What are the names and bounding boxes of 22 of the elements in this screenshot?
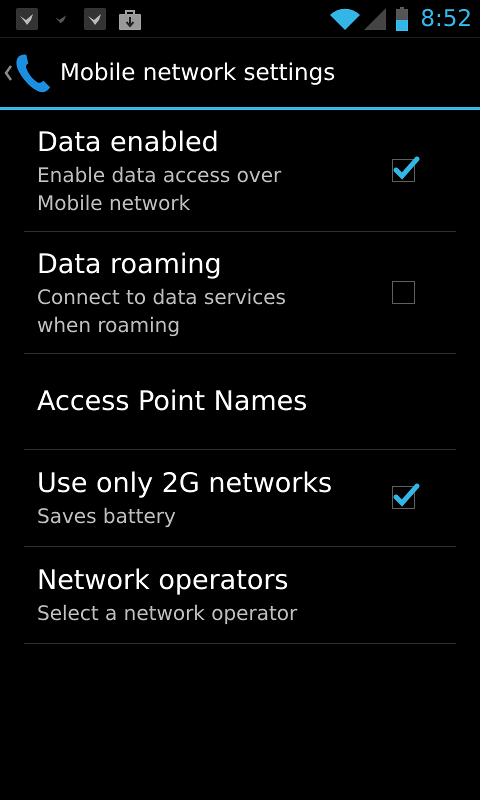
setting-title: Access Point Names	[37, 384, 308, 418]
signal-icon	[364, 8, 386, 30]
back-caret-icon	[4, 64, 12, 80]
setting-title: Network operators	[37, 564, 290, 598]
clock-time: 8:52	[420, 6, 472, 32]
setting-summary: Select a network operator	[37, 600, 298, 627]
setting-item[interactable]: Data enabled Enable data access over Mobile network	[24, 110, 456, 232]
setting-summary: Enable data access over Mobile network	[37, 162, 282, 216]
download-bag-icon	[119, 8, 141, 30]
wifi-icon	[330, 6, 360, 30]
setting-item[interactable]: Access Point Names	[24, 354, 456, 450]
setting-title: Data roaming	[37, 248, 223, 282]
battery-icon	[396, 6, 408, 30]
setting-item[interactable]: Use only 2G networks Saves battery	[24, 450, 456, 547]
setting-item[interactable]: Data roaming Connect to data services when roaming	[24, 232, 456, 354]
setting-item[interactable]: Network operators Select a network operator	[24, 547, 456, 644]
setting-summary: Saves battery	[37, 503, 177, 530]
setting-summary: Connect to data services when roaming	[37, 284, 287, 338]
setting-title: Use only 2G networks	[37, 467, 334, 501]
setting-title: Data enabled	[37, 126, 220, 160]
phone-handset-icon	[14, 52, 52, 94]
screen-title: Mobile network settings	[60, 60, 336, 86]
